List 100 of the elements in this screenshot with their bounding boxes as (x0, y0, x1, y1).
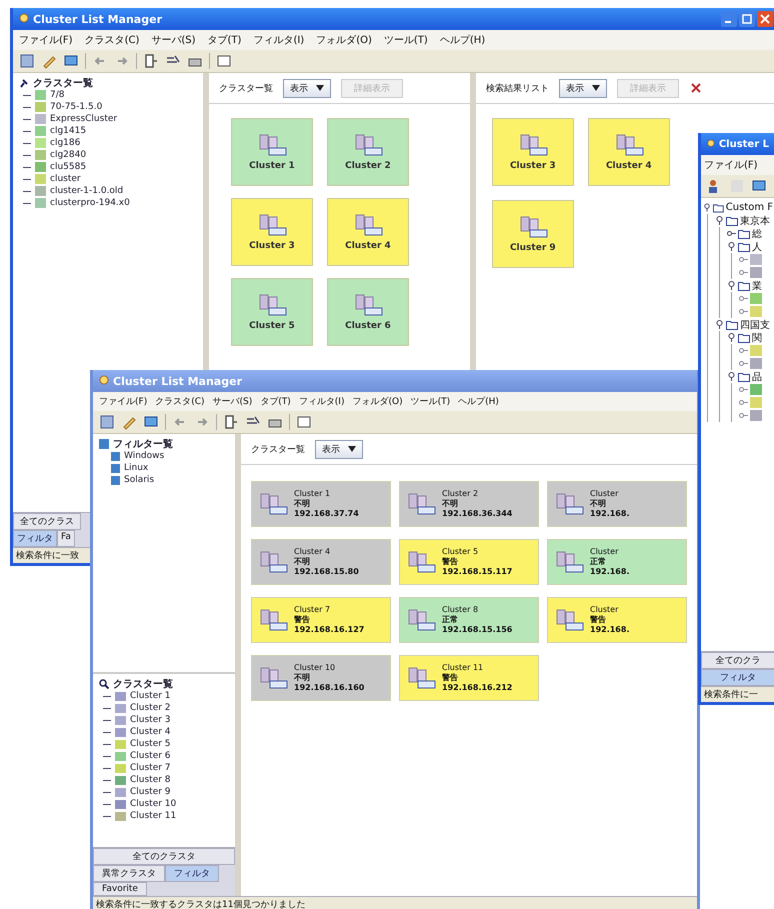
tab[interactable]: 全てのクラス (13, 513, 81, 530)
menu-item[interactable]: フィルタ(I) (253, 33, 304, 47)
tree-item[interactable]: 総 (752, 226, 762, 240)
tab[interactable]: フィルタ (701, 669, 774, 686)
tree-item[interactable]: Cluster 7 (130, 763, 171, 773)
close-button[interactable] (757, 11, 773, 27)
window-icon[interactable] (216, 53, 232, 69)
menu-item[interactable]: ツール(T) (384, 33, 428, 47)
tree-item[interactable]: Cluster 2 (130, 703, 171, 713)
tree-item[interactable]: Cluster 11 (130, 811, 176, 821)
tree-item[interactable]: Cluster 8 (130, 775, 171, 785)
cluster-card[interactable]: Cluster 4 (326, 198, 409, 266)
menu-item[interactable]: ツール(T) (410, 395, 450, 408)
tree-item[interactable]: 四国支 (740, 318, 770, 332)
tree-root[interactable]: クラスター覧 (33, 76, 93, 90)
maximize-button[interactable] (739, 11, 755, 27)
cluster-card[interactable]: Cluster 7 警告 192.168.16.127 (251, 597, 391, 643)
tree-item[interactable]: Cluster 4 (130, 727, 171, 737)
tree-item[interactable]: 人 (752, 240, 762, 254)
menu-item[interactable]: ファイル(F) (99, 395, 148, 408)
cluster-card[interactable]: Cluster 9 (492, 200, 574, 268)
tree-item[interactable]: clu5585 (50, 162, 86, 172)
cluster-card[interactable]: Cluster 警告 192.168. (547, 597, 687, 643)
tree-root[interactable]: フィルター覧 (113, 437, 173, 451)
menu-item[interactable]: フォルダ(O) (352, 395, 403, 408)
cluster-card[interactable]: Cluster 1 不明 192.168.37.74 (251, 481, 391, 527)
cluster-card[interactable]: Cluster 11 警告 192.168.16.212 (399, 655, 539, 701)
menu-item[interactable]: クラスタ(C) (84, 33, 140, 47)
tree-item[interactable]: Cluster 5 (130, 739, 171, 749)
tree-item[interactable]: 東京本 (740, 214, 770, 228)
tree-item[interactable]: clg2840 (50, 150, 86, 160)
menu-item[interactable]: サーバ(S) (151, 33, 196, 47)
cluster-card[interactable]: Cluster 1 (230, 118, 313, 186)
tab[interactable]: Favorite (93, 882, 147, 896)
tab[interactable]: 異常クラスタ (93, 865, 165, 882)
cluster-card[interactable]: Cluster 10 不明 192.168.16.160 (251, 655, 391, 701)
tree-item[interactable]: Linux (124, 463, 148, 473)
tree-connector-icon (739, 268, 748, 277)
cluster-card[interactable]: Cluster 正常 192.168. (547, 539, 687, 585)
tree-item[interactable]: 品 (752, 370, 762, 384)
tab[interactable]: Fa (57, 530, 75, 547)
tree-item[interactable]: Cluster 1 (130, 691, 171, 701)
tree-item[interactable]: Cluster 9 (130, 787, 171, 797)
menu-item[interactable]: サーバ(S) (212, 395, 252, 408)
tree-item[interactable]: clusterpro-194.x0 (50, 198, 130, 208)
cluster-card[interactable]: Cluster 5 (230, 278, 313, 346)
menu-item[interactable]: フィルタ(I) (298, 395, 344, 408)
tree-root[interactable]: クラスター覧 (113, 677, 173, 691)
view-dropdown[interactable]: 表示 (315, 440, 363, 458)
expanded-handle[interactable] (727, 281, 736, 290)
expanded-handle[interactable] (727, 372, 736, 381)
tree-item[interactable]: clg1415 (50, 126, 86, 136)
menu-item[interactable]: ファイル(F) (19, 33, 73, 47)
cluster-card[interactable]: Cluster 不明 192.168. (547, 481, 687, 527)
expanded-handle[interactable] (727, 333, 736, 342)
cluster-card[interactable]: Cluster 5 警告 192.168.15.117 (399, 539, 539, 585)
tree-item[interactable]: clg186 (50, 138, 80, 148)
tree-item[interactable]: ExpressCluster (50, 114, 118, 124)
tab[interactable]: 全てのクラスタ (93, 848, 235, 865)
cluster-card[interactable]: Cluster 2 不明 192.168.36.344 (399, 481, 539, 527)
cluster-card[interactable]: Cluster 4 (588, 118, 670, 186)
view-dropdown[interactable]: 表示 (282, 78, 331, 98)
expanded-handle[interactable] (727, 242, 736, 251)
minimize-button[interactable] (721, 11, 737, 27)
collapsed-handle[interactable] (727, 229, 736, 238)
server-icon[interactable] (19, 53, 35, 69)
tab[interactable]: フィルタ (165, 865, 219, 882)
cluster-card[interactable]: Cluster 4 不明 192.168.15.80 (251, 539, 391, 585)
menu-item[interactable]: クラスタ(C) (155, 395, 205, 408)
close-icon[interactable] (688, 81, 703, 95)
tree-item[interactable]: Custom F (726, 202, 773, 213)
expanded-handle[interactable] (715, 216, 724, 225)
tree-item[interactable]: 業 (752, 278, 762, 292)
cluster-card[interactable]: Cluster 6 (326, 278, 409, 346)
tab[interactable]: 全てのクラ (701, 652, 774, 669)
server-icon[interactable] (99, 414, 115, 430)
tree-item[interactable]: Windows (124, 451, 164, 461)
tree-item[interactable]: 7/8 (50, 90, 64, 100)
cluster-card[interactable]: Cluster 2 (326, 118, 409, 186)
menu-item[interactable]: ヘルプ(H) (440, 33, 486, 47)
menu-item[interactable]: タブ(T) (260, 395, 291, 408)
tree-item[interactable]: Cluster 6 (130, 751, 171, 761)
tree-item[interactable]: Cluster 10 (130, 799, 176, 809)
expanded-handle[interactable] (715, 320, 724, 329)
view-dropdown[interactable]: 表示 (558, 78, 607, 98)
tree-item[interactable]: 70-75-1.5.0 (50, 102, 102, 112)
expanded-handle[interactable] (703, 203, 712, 212)
tree-item[interactable]: cluster (50, 174, 81, 184)
menu-item[interactable]: ヘルプ(H) (458, 395, 499, 408)
tree-item[interactable]: Solaris (124, 475, 154, 485)
tab[interactable]: フィルタ (13, 530, 57, 547)
cluster-card[interactable]: Cluster 8 正常 192.168.15.156 (399, 597, 539, 643)
menu-item[interactable]: タブ(T) (208, 33, 242, 47)
tree-item[interactable]: 関 (752, 330, 762, 344)
menu-item[interactable]: フォルダ(O) (316, 33, 372, 47)
window-icon[interactable] (296, 414, 312, 430)
cluster-card[interactable]: Cluster 3 (492, 118, 574, 186)
tree-item[interactable]: Cluster 3 (130, 715, 171, 725)
tree-item[interactable]: cluster-1-1.0.old (50, 186, 124, 196)
cluster-card[interactable]: Cluster 3 (230, 198, 313, 266)
